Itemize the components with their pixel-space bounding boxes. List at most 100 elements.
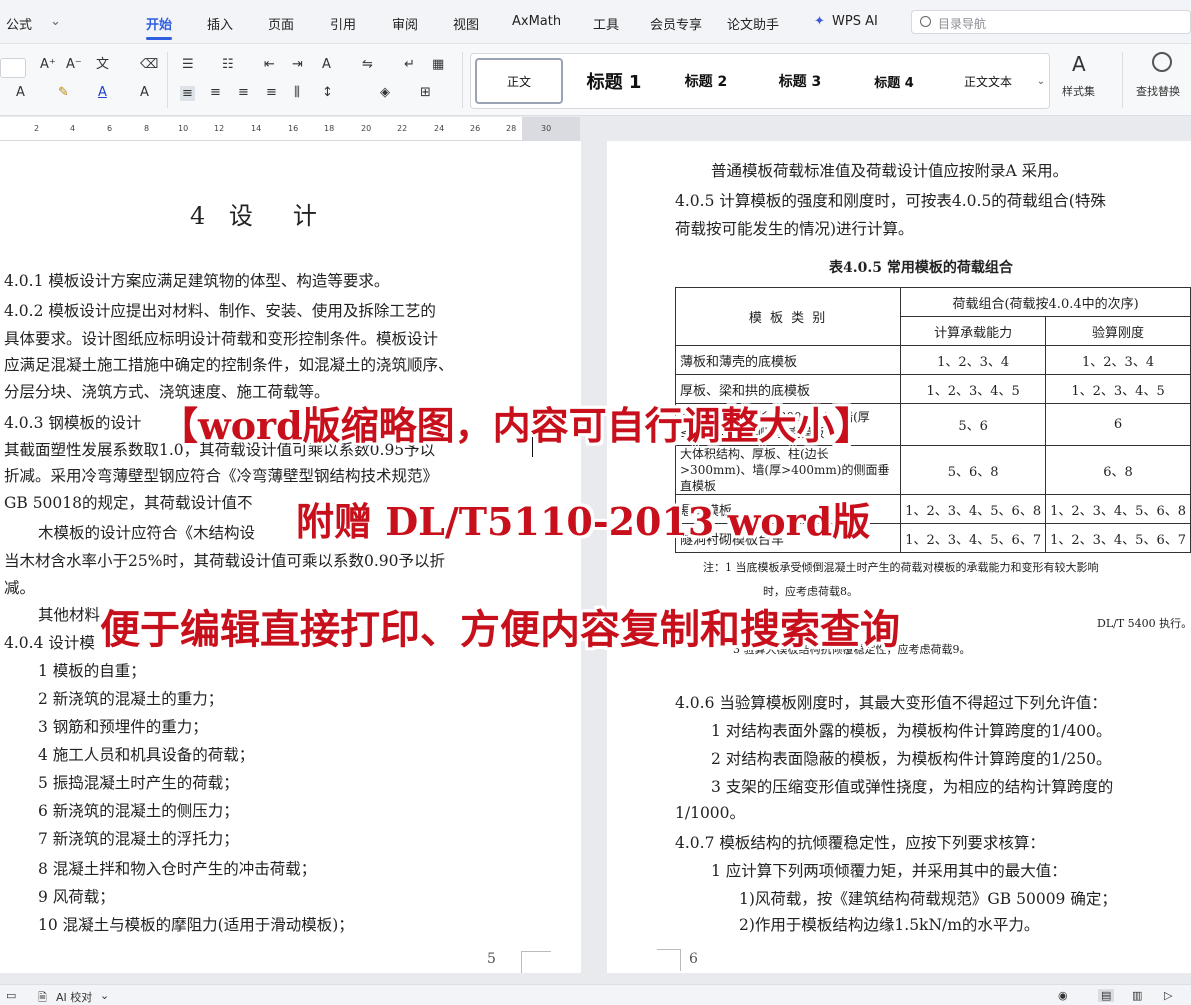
tab-tools[interactable]: 工具 [593,14,619,33]
table-cell: 6、8 [1045,445,1191,495]
paragraph-line: 2)作用于模板结构边缘1.5kN/m的水平力。 [739,916,1040,934]
char-border-icon[interactable]: A [140,86,149,99]
tab-axmath[interactable]: AxMath [512,14,561,29]
justify-icon[interactable]: ≡ [266,86,277,99]
table-caption: 表4.0.5 常用模板的荷载组合 [829,260,1013,276]
watermark-line: 【word版缩略图，内容可自行调整大小】 [160,403,873,448]
table-cell: 1、2、3、4、5 [900,374,1047,404]
menu-bar: 公式 ⌄ 开始 插入 页面 引用 审阅 视图 AxMath 工具 会员专享 论文… [0,0,1191,44]
table-cell: 大体积结构、厚板、柱(边长>300mm)、墙(厚>400mm)的侧面垂直模板 [674,445,902,495]
sort-icon[interactable]: ⇋ [362,58,373,71]
table-cell: 6 [1045,403,1191,446]
divider [167,52,168,108]
page-view-icon[interactable]: ▤ [1098,989,1115,1002]
table-header: 验算刚度 [1045,316,1191,346]
tab-review[interactable]: 审阅 [392,14,418,33]
status-menu-icon[interactable]: ▭ [6,989,16,1002]
font-color-icon[interactable]: A [98,86,107,99]
table-cell: 1、2、3、4、5 [1045,374,1191,404]
tab-wps-ai[interactable]: WPS AI [832,14,878,29]
borders-icon[interactable]: ⊞ [420,86,431,99]
clear-format-icon[interactable]: ⌫ [140,58,158,71]
increase-indent-icon[interactable]: ⇥ [292,58,303,71]
paragraph-line: 减。 [4,579,36,597]
style-heading-3[interactable]: 标题 3 [757,54,843,108]
grow-font-icon[interactable]: A⁺ [40,58,56,71]
paragraph-line: 4.0.4 设计模 [4,634,95,652]
paragraph-line: 4.0.5 计算模板的强度和刚度时，可按表4.0.5的荷载组合(特殊 [675,192,1106,210]
ai-check-button[interactable]: AI 校对 [56,989,92,1005]
phonetic-icon[interactable]: 文 [96,58,109,71]
tab-view[interactable]: 视图 [453,14,479,33]
table-icon[interactable]: ▦ [432,58,444,71]
tab-home[interactable]: 开始 [146,14,172,33]
chevron-down-icon[interactable]: ⌄ [50,14,61,29]
ruler-tick: 20 [361,124,372,133]
list-item: 8 混凝土拌和物入仓时产生的冲击荷载； [38,860,317,878]
page-corner-mark [657,949,681,971]
find-replace-button[interactable]: 查找替换 [1136,86,1180,97]
font-size-box[interactable] [0,58,26,78]
paragraph-line: 1/1000。 [675,804,746,822]
tab-page[interactable]: 页面 [268,14,294,33]
show-marks-icon[interactable]: ↵ [404,58,415,71]
distribute-icon[interactable]: ⫼ [294,86,300,99]
ruler-gutter [580,117,1191,141]
styles-scroll-icon[interactable]: ⌄ [1034,54,1048,108]
ruler-tick: 26 [470,124,481,133]
tab-insert[interactable]: 插入 [207,14,233,33]
shrink-font-icon[interactable]: A⁻ [66,58,82,71]
shading-icon[interactable]: ◈ [380,86,390,99]
style-set-icon[interactable]: A [1072,54,1086,74]
table-cell: 1、2、3、4、5、6、8 [900,494,1047,524]
nav-search-input[interactable]: 目录导航 [911,10,1191,34]
align-left-icon[interactable]: ≡ [180,86,195,101]
table-cell: 5、6、8 [900,445,1047,495]
search-icon[interactable] [1152,52,1172,72]
decrease-indent-icon[interactable]: ⇤ [264,58,275,71]
table-row: 大体积结构、厚板、柱(边长>300mm)、墙(厚>400mm)的侧面垂直模板 5… [674,445,1191,495]
tab-paper-assistant[interactable]: 论文助手 [727,14,779,33]
tab-references[interactable]: 引用 [330,14,356,33]
line-spacing-icon[interactable]: ↕ [322,86,333,99]
align-right-icon[interactable]: ≡ [238,86,249,99]
reading-mode-icon[interactable]: ◉ [1058,989,1068,1002]
web-view-icon[interactable]: ▥ [1132,989,1142,1002]
text-effect-icon[interactable]: A [16,86,25,99]
ruler-tick: 28 [506,124,517,133]
ruler-tick: 12 [214,124,225,133]
list-item: 4 施工人员和机具设备的荷载； [38,746,255,764]
style-heading-2[interactable]: 标题 2 [663,54,749,108]
bullet-list-icon[interactable]: ☰ [182,58,194,71]
play-icon[interactable]: ▷ [1164,989,1172,1002]
page-number: 6 [689,951,698,967]
paragraph-line: 4.0.1 模板设计方案应满足建筑物的体型、构造等要求。 [4,272,390,290]
horizontal-ruler[interactable]: 2 4 6 8 10 12 14 16 18 20 22 24 26 28 30 [0,117,580,141]
list-item: 9 风荷载； [38,888,115,906]
chevron-down-icon[interactable]: ⌄ [100,989,109,1002]
tab-member[interactable]: 会员专享 [650,14,702,33]
align-center-icon[interactable]: ≡ [210,86,221,99]
highlight-icon[interactable]: ✎ [58,86,69,99]
style-body-text[interactable]: 正文文本 [945,54,1031,108]
font-dropdown[interactable]: 公式 [6,14,32,33]
paragraph-line: 荷载按可能发生的情况)进行计算。 [675,220,914,238]
table-row: 薄板和薄壳的底模板 1、2、3、4 1、2、3、4 [674,345,1191,375]
document-page-left[interactable]: 4 设 计 4.0.1 模板设计方案应满足建筑物的体型、构造等要求。 4.0.2… [0,141,581,973]
table-cell: 1、2、3、4、5、6、7 [900,523,1047,553]
text-direction-icon[interactable]: A [322,58,331,71]
table-header: 模 板 类 别 [674,287,902,346]
paragraph-line: GB 50018的规定，其荷载设计值不 [4,494,253,512]
search-icon [920,16,931,27]
paragraph-line: 1)风荷载，按《建筑结构荷载规范》GB 50009 确定； [739,890,1117,908]
ruler-tick: 6 [107,124,113,133]
style-normal[interactable]: 正文 [475,58,563,104]
style-heading-4[interactable]: 标题 4 [849,54,939,108]
style-set-button[interactable]: 样式集 [1062,86,1095,97]
document-page-right[interactable]: 普通模板荷载标准值及荷载设计值应按附录A 采用。 4.0.5 计算模板的强度和刚… [607,141,1191,973]
numbered-list-icon[interactable]: ☷ [222,58,234,71]
style-heading-1[interactable]: 标题 1 [571,54,657,108]
list-item: 1 模板的自重； [38,662,146,680]
page-number: 5 [487,951,496,967]
paragraph-line: 其他材料 [38,606,101,624]
